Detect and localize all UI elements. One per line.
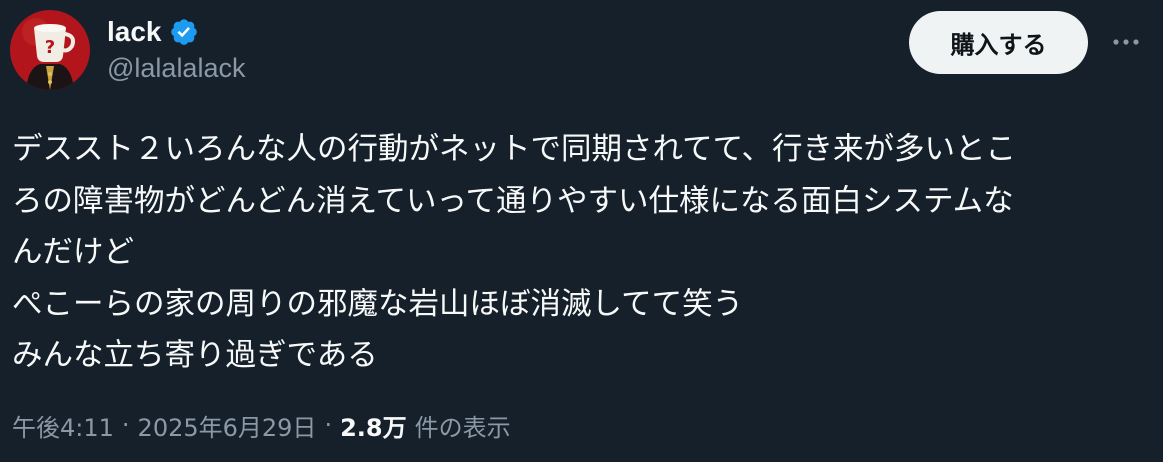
views-count[interactable]: 2.8万 bbox=[340, 408, 407, 443]
tweet-line: ろの障害物がどんどん消えていって通りやすい仕様になる面白システムな bbox=[12, 183, 1014, 219]
tweet-line: みんな立ち寄り過ぎである bbox=[12, 338, 378, 373]
display-name[interactable]: lack bbox=[107, 16, 162, 48]
tweet-line: デススト２いろんな人の行動がネットで同期されてて、行き来が多いとこ bbox=[12, 132, 1017, 167]
tweet-date[interactable]: 2025年6月29日 bbox=[138, 408, 317, 443]
verified-badge-icon[interactable] bbox=[169, 17, 199, 47]
more-horizontal-icon[interactable] bbox=[1106, 26, 1146, 58]
tweet-meta: 午後4:11 · 2025年6月29日 · 2.8万 件の表示 bbox=[12, 405, 511, 445]
meta-separator: · bbox=[324, 411, 333, 439]
author-name-row: lack bbox=[107, 14, 199, 50]
views-label: 件の表示 bbox=[414, 413, 511, 442]
tweet-time[interactable]: 午後4:11 bbox=[12, 408, 114, 443]
tweet-line: ぺこーらの家の周りの邪魔な岩山ほぼ消滅してて笑う bbox=[12, 286, 744, 322]
meta-separator: · bbox=[121, 411, 130, 439]
svg-text:?: ? bbox=[45, 37, 55, 58]
tweet-text: デススト２いろんな人の行動がネットで同期されてて、行き来が多いとこ ろの障害物が… bbox=[12, 124, 1162, 382]
buy-button[interactable]: 購入する bbox=[909, 11, 1088, 74]
avatar-image: ? bbox=[10, 10, 90, 90]
author-handle[interactable]: @lalalalack bbox=[107, 53, 245, 84]
tweet-line: んだけど bbox=[12, 235, 134, 270]
avatar[interactable]: ? bbox=[10, 10, 90, 90]
